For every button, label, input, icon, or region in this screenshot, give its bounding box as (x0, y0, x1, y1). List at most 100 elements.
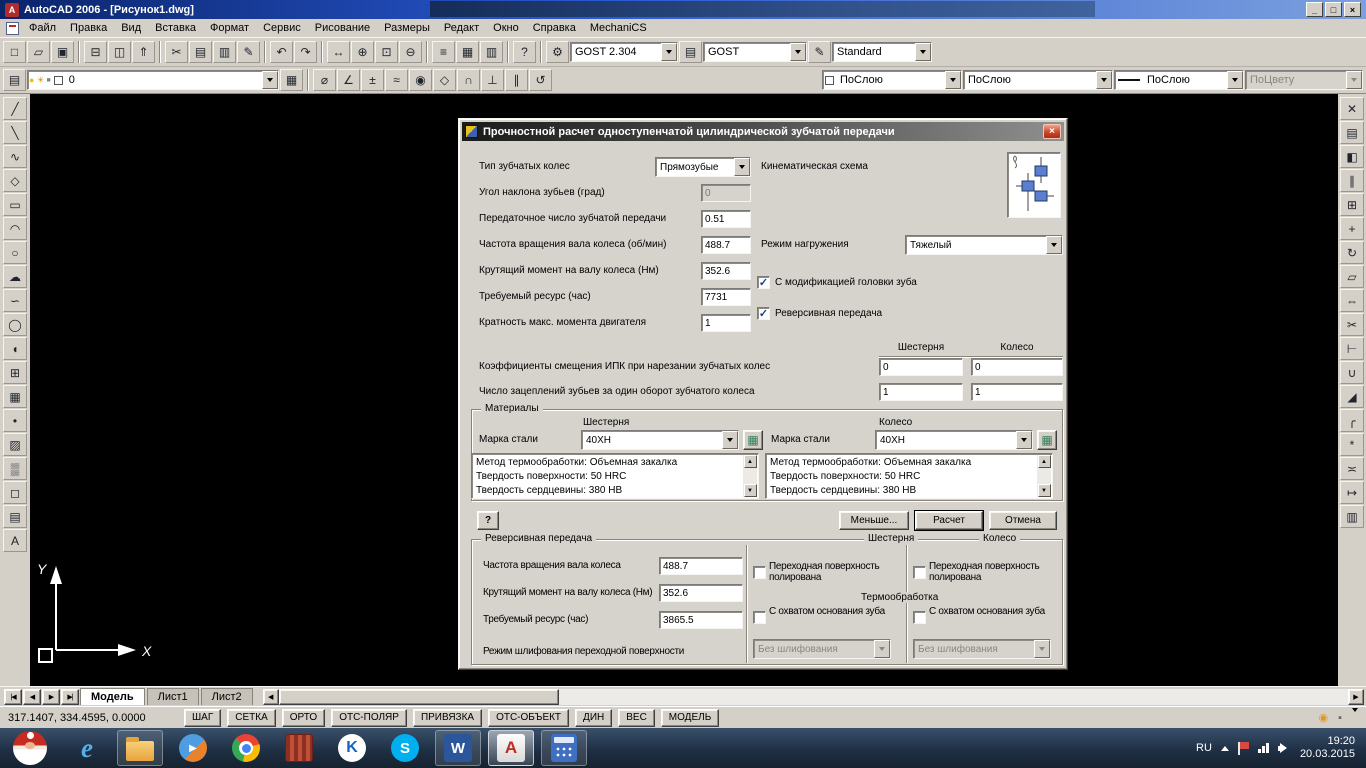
spline-icon[interactable]: ∽ (3, 289, 27, 312)
move-icon[interactable]: + (1340, 217, 1364, 240)
taskbar-ie[interactable]: e (64, 730, 110, 766)
trim-icon[interactable]: ✂ (1340, 313, 1364, 336)
zoom-realtime-icon[interactable]: ⊕ (351, 41, 374, 63)
erase-icon[interactable]: ✕ (1340, 97, 1364, 120)
minimize-button[interactable]: _ (1306, 2, 1323, 17)
taskbar-calculator[interactable] (541, 730, 587, 766)
region-icon[interactable]: ◻ (3, 481, 27, 504)
head-modification-checkbox[interactable]: ✓ (757, 276, 770, 289)
insert-block-icon[interactable]: ⊞ (3, 361, 27, 384)
explode-icon[interactable]: * (1340, 433, 1364, 456)
last-tab-icon[interactable]: ▶| (61, 689, 79, 705)
menu-dimension[interactable]: Размеры (377, 20, 437, 36)
wheel-speed-input[interactable] (701, 236, 751, 254)
break-icon[interactable]: ∪ (1340, 361, 1364, 384)
zoom-previous-icon[interactable]: ⊖ (399, 41, 422, 63)
mechanics-tool-4-icon[interactable]: ≈ (385, 69, 408, 91)
scroll-up-icon[interactable]: ▲ (1038, 455, 1051, 468)
mesh-count-wheel-input[interactable] (971, 383, 1063, 401)
gost-standard-select[interactable]: GOST (703, 42, 807, 62)
reverse-speed-input[interactable] (659, 557, 743, 575)
dropdown-arrow-icon[interactable] (722, 431, 738, 449)
mechanics-tool-2-icon[interactable]: ∠ (337, 69, 360, 91)
language-indicator[interactable]: RU (1196, 742, 1212, 754)
point-icon[interactable]: • (3, 409, 27, 432)
material-database-gear-button[interactable]: ▦ (743, 430, 763, 450)
array-icon[interactable]: ⊞ (1340, 193, 1364, 216)
material-database-wheel-button[interactable]: ▦ (1037, 430, 1057, 450)
horizontal-scrollbar[interactable]: ◀ ▶ (263, 689, 1364, 705)
layer-manager-icon[interactable]: ▤ (3, 69, 26, 91)
copy-object-icon[interactable]: ▤ (1340, 121, 1364, 144)
mechanics-tool-10-icon[interactable]: ↺ (529, 69, 552, 91)
titlebar[interactable]: A AutoCAD 2006 - [Рисунок1.dwg] _ □ × (0, 0, 1366, 19)
ortho-toggle[interactable]: ОРТО (282, 709, 325, 727)
gear-type-select[interactable]: Прямозубые (655, 157, 751, 177)
close-button[interactable]: × (1344, 2, 1361, 17)
mechanics-tool-8-icon[interactable]: ⊥ (481, 69, 504, 91)
make-block-icon[interactable]: ▦ (3, 385, 27, 408)
drawing-canvas[interactable]: Y X Прочностной расчет одноступенчатой ц… (30, 94, 1338, 686)
steel-grade-wheel-select[interactable]: 40ХН (875, 430, 1033, 450)
dialog-close-button[interactable]: × (1043, 124, 1061, 139)
dropdown-arrow-icon[interactable] (945, 71, 961, 89)
menu-edit[interactable]: Правка (63, 20, 114, 36)
help-button[interactable]: ? (477, 511, 499, 530)
profile-shift-gear-input[interactable] (879, 358, 963, 376)
rectangle-icon[interactable]: ▭ (3, 193, 27, 216)
cancel-button[interactable]: Отмена (989, 511, 1057, 530)
offset-icon[interactable]: ∥ (1340, 169, 1364, 192)
mechanics-tool-7-icon[interactable]: ∩ (457, 69, 480, 91)
taskbar-kompas[interactable]: K (329, 730, 375, 766)
zoom-window-icon[interactable]: ⊡ (375, 41, 398, 63)
menu-help[interactable]: Справка (526, 20, 583, 36)
new-file-icon[interactable]: □ (3, 41, 26, 63)
rotate-icon[interactable]: ↻ (1340, 241, 1364, 264)
dropdown-arrow-icon[interactable] (790, 43, 806, 61)
osnap-toggle[interactable]: ПРИВЯЗКА (413, 709, 482, 727)
layer-select[interactable]: ● ☀ ■ 0 (27, 70, 279, 90)
menu-draw[interactable]: Рисование (308, 20, 377, 36)
toolbar-lock-icon[interactable]: ▪ (1338, 712, 1342, 724)
extend-icon[interactable]: ⊢ (1340, 337, 1364, 360)
scroll-down-icon[interactable]: ▼ (744, 484, 757, 497)
reverse-resource-input[interactable] (659, 611, 743, 629)
previous-tab-icon[interactable]: ◀ (23, 689, 41, 705)
resource-input[interactable] (701, 288, 751, 306)
menu-view[interactable]: Вид (114, 20, 148, 36)
dropdown-arrow-icon[interactable] (661, 43, 677, 61)
properties-icon[interactable]: ≡ (432, 41, 455, 63)
action-center-flag-icon[interactable] (1238, 742, 1249, 755)
dropdown-arrow-icon[interactable] (1016, 431, 1032, 449)
mechanics-style-icon[interactable]: ⚙ (546, 41, 569, 63)
taskbar-media-player[interactable]: ▶ (170, 730, 216, 766)
open-file-icon[interactable]: ▱ (27, 41, 50, 63)
help-icon[interactable]: ? (513, 41, 536, 63)
design-center-icon[interactable]: ▦ (456, 41, 479, 63)
lineweight-select[interactable]: ПоСлою (1114, 70, 1244, 90)
profile-shift-wheel-input[interactable] (971, 358, 1063, 376)
tab-layout2[interactable]: Лист2 (201, 688, 253, 705)
scroll-up-icon[interactable]: ▲ (744, 455, 757, 468)
clock[interactable]: 19:20 20.03.2015 (1300, 735, 1355, 761)
reverse-torque-input[interactable] (659, 584, 743, 602)
scroll-down-icon[interactable]: ▼ (1038, 484, 1051, 497)
mechanics-tool-6-icon[interactable]: ◇ (433, 69, 456, 91)
dropdown-arrow-icon[interactable] (915, 43, 931, 61)
mechanics-tool-5-icon[interactable]: ◉ (409, 69, 432, 91)
paste-icon[interactable]: ▥ (213, 41, 236, 63)
scrollbar[interactable]: ▲ ▼ (743, 455, 757, 497)
tab-layout1[interactable]: Лист1 (147, 688, 199, 705)
join-icon[interactable]: ≍ (1340, 457, 1364, 480)
dropdown-arrow-icon[interactable] (262, 71, 278, 89)
menu-modify[interactable]: Редакт (437, 20, 486, 36)
tray-expand-icon[interactable] (1221, 746, 1229, 751)
mechanics-edit-icon[interactable]: ✎ (808, 41, 831, 63)
base-coverage-gear-checkbox[interactable] (753, 611, 766, 624)
gear-ratio-input[interactable] (701, 210, 751, 228)
scrollbar-track[interactable] (279, 689, 1348, 705)
cut-icon[interactable]: ✂ (165, 41, 188, 63)
plot-icon[interactable]: ⊟ (84, 41, 107, 63)
communication-center-icon[interactable]: ◉ (1318, 711, 1328, 724)
snap-toggle[interactable]: ШАГ (184, 709, 221, 727)
